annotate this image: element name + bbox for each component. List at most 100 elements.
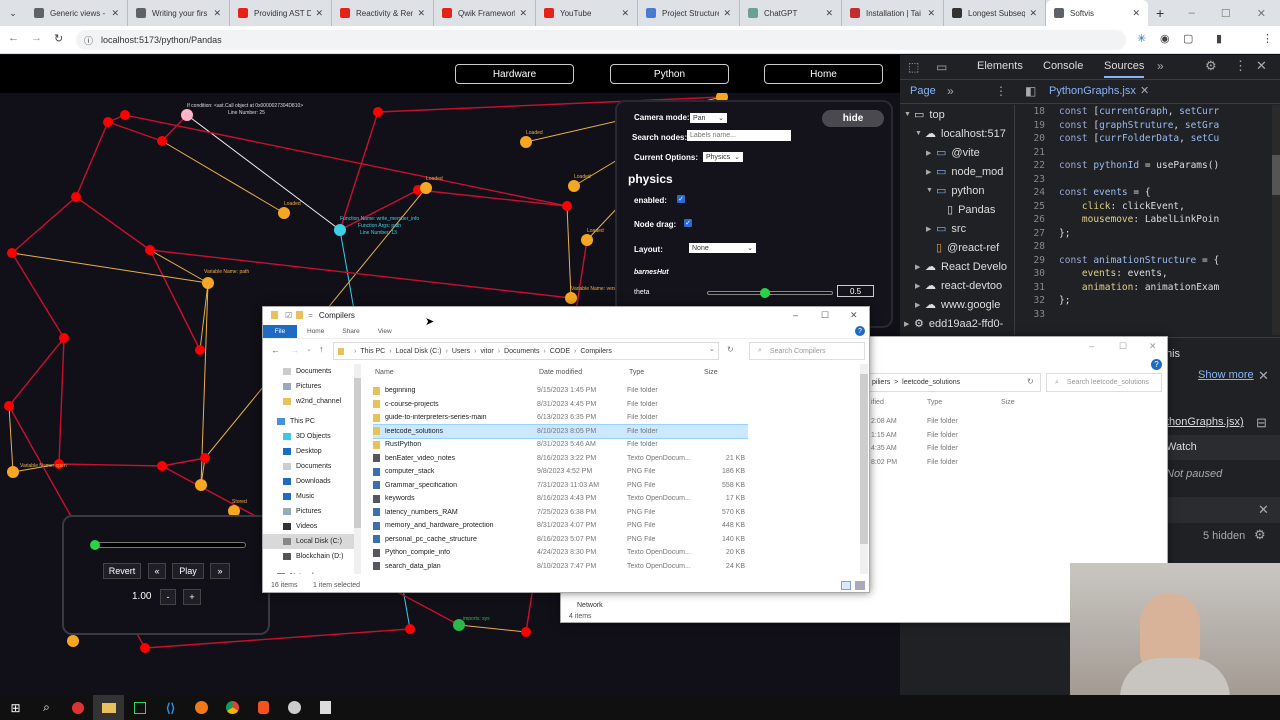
browser-tab[interactable]: ChatGPT ✕ — [740, 0, 842, 26]
navigator-item[interactable]: ▶ ☁ www.google — [900, 295, 1014, 314]
layout-select[interactable]: None ⌄ — [689, 243, 756, 253]
firefox-icon[interactable] — [186, 695, 217, 720]
close-tab-icon[interactable]: ✕ — [417, 8, 425, 19]
reload-icon[interactable]: ↻ — [54, 32, 63, 45]
theta-slider-thumb[interactable] — [760, 288, 771, 298]
graph-node[interactable] — [195, 345, 205, 355]
watch-section[interactable]: Watch — [1166, 441, 1197, 453]
breadcrumb-item[interactable]: This PC — [360, 348, 385, 355]
play-button[interactable]: Play — [172, 563, 204, 579]
url-input[interactable]: ⓘ localhost:5173/python/Pandas — [76, 30, 1126, 50]
up-arrow-icon[interactable]: ↑ — [319, 344, 324, 354]
graph-node[interactable] — [103, 117, 113, 127]
file-list-scrollbar[interactable] — [860, 364, 868, 574]
recent-locations-icon[interactable]: ⌄ — [306, 345, 312, 353]
file-row[interactable]: 4:35 AM File folder — [871, 442, 958, 456]
sidepanel-icon[interactable]: ▮ — [1216, 32, 1222, 45]
graph-node[interactable] — [420, 182, 432, 194]
file-row[interactable]: c-course-projects 8/31/2023 4:45 PM File… — [373, 398, 748, 412]
navigator-item[interactable]: ▶ ▭ node_mod — [900, 162, 1014, 181]
file-explorer-icon[interactable] — [93, 695, 124, 720]
graph-node[interactable] — [7, 466, 19, 478]
more-options-icon[interactable]: ⋮ — [1234, 58, 1247, 74]
address-breadcrumb[interactable]: › This PC › Local Disk (C:) › Users › vitor › Doc… — [333, 342, 719, 360]
back-arrow-icon[interactable]: ← — [271, 345, 280, 355]
nav-item[interactable]: Pictures — [263, 379, 355, 394]
collapsed-arrow-icon[interactable]: ▶ — [926, 168, 936, 176]
expanded-arrow-icon[interactable]: ▼ — [915, 130, 925, 137]
browser-tab[interactable]: Writing your firs ✕ — [128, 0, 230, 26]
navigator-item[interactable]: ▼ ▭ python — [900, 181, 1014, 200]
tab-page[interactable]: Page — [910, 85, 936, 97]
nav-item[interactable]: 3D Objects — [263, 429, 355, 444]
ribbon-tab-view[interactable]: View — [378, 328, 392, 335]
browser-tab[interactable]: Installation | Tai ✕ — [842, 0, 944, 26]
navigator-item[interactable]: ▶ ⚙ edd19aa2-ffd0- — [900, 314, 1014, 333]
navigator-item[interactable]: ▶ ☁ react-devtoo — [900, 276, 1014, 295]
next-step-button[interactable]: » — [210, 563, 230, 579]
navigator-item[interactable]: ▶ ▭ src — [900, 219, 1014, 238]
nav-item[interactable]: Downloads — [263, 474, 355, 489]
search-icon[interactable]: ⌕ — [31, 695, 62, 720]
graph-node[interactable] — [195, 479, 207, 491]
graph-node[interactable] — [200, 453, 210, 463]
graph-node[interactable] — [373, 107, 383, 117]
more-subtabs-icon[interactable]: » — [947, 84, 954, 98]
close-tab-icon[interactable]: ✕ — [315, 8, 323, 19]
collapsed-arrow-icon[interactable]: ▶ — [904, 320, 914, 328]
graph-node[interactable] — [120, 110, 130, 120]
theta-value-input[interactable]: 0.5 — [837, 285, 874, 297]
speed-increase-button[interactable]: + — [183, 589, 201, 605]
console-settings-gear-icon[interactable]: ⚙ — [1254, 527, 1266, 543]
collapsed-arrow-icon[interactable]: ▶ — [926, 149, 936, 157]
file-row[interactable]: benEater_video_notes 8/16/2023 3:22 PM T… — [373, 452, 748, 466]
graph-node[interactable] — [568, 180, 580, 192]
graph-node[interactable] — [7, 248, 17, 258]
nav-home-button[interactable]: Home — [764, 64, 883, 84]
breadcrumb-item[interactable]: Compilers — [580, 348, 612, 355]
graph-node[interactable] — [71, 192, 81, 202]
breadcrumb-item[interactable]: Local Disk (C:) — [396, 348, 442, 355]
extension-icon[interactable]: ◉ — [1160, 32, 1170, 45]
breadcrumb-item[interactable]: Users — [452, 348, 470, 355]
graph-node[interactable] — [4, 401, 14, 411]
tab-sources[interactable]: Sources — [1104, 60, 1145, 78]
menu-icon[interactable]: ⋮ — [1262, 32, 1273, 45]
file-row[interactable]: 8:02 PM File folder — [871, 456, 958, 470]
collapsed-arrow-icon[interactable]: ▶ — [915, 263, 925, 271]
nav-network[interactable]: Network — [577, 602, 603, 609]
close-tab-icon[interactable]: ✕ — [927, 8, 935, 19]
close-drawer-icon[interactable]: ✕ — [1258, 502, 1269, 518]
expanded-arrow-icon[interactable]: ▼ — [926, 187, 936, 194]
file-row[interactable]: beginning 9/15/2023 1:45 PM File folder — [373, 384, 748, 398]
ribbon-tab-file[interactable]: File — [263, 325, 297, 338]
graph-node[interactable] — [581, 234, 593, 246]
file-row[interactable]: keywords 8/16/2023 4:43 PM Texto OpenDoc… — [373, 492, 748, 506]
close-tab-icon[interactable]: ✕ — [825, 8, 833, 19]
brave-icon[interactable] — [248, 695, 279, 720]
graph-node[interactable] — [181, 109, 193, 121]
settings-gear-icon[interactable]: ⚙ — [1205, 58, 1217, 74]
pycharm-icon[interactable] — [124, 695, 155, 720]
large-icons-view-icon[interactable] — [855, 581, 865, 590]
app-icon[interactable] — [62, 695, 93, 720]
clock-app-icon[interactable] — [279, 695, 310, 720]
file-row[interactable]: search_data_plan 8/10/2023 7:47 PM Texto… — [373, 560, 748, 574]
more-tabs-icon[interactable]: » — [1157, 59, 1164, 73]
extensions-puzzle-icon[interactable]: ▢ — [1183, 32, 1193, 45]
graph-node[interactable] — [202, 277, 214, 289]
chrome-icon[interactable] — [217, 695, 248, 720]
previous-step-button[interactable]: « — [148, 563, 166, 579]
collapsed-arrow-icon[interactable]: ▶ — [915, 301, 925, 309]
tab-console[interactable]: Console — [1043, 60, 1083, 72]
close-icon[interactable]: ✕ — [1149, 341, 1157, 352]
nav-item[interactable]: Blockchain (D:) — [263, 549, 355, 564]
camera-mode-select[interactable]: Pan ⌄ — [690, 113, 727, 123]
toggle-navigator-icon[interactable]: ◧ — [1025, 84, 1036, 98]
browser-tab[interactable]: Softvis ✕ — [1046, 0, 1148, 26]
tab-elements[interactable]: Elements — [977, 60, 1023, 72]
minimize-icon[interactable]: – — [1189, 7, 1195, 20]
graph-node[interactable] — [521, 627, 531, 637]
nav-scrollbar[interactable] — [354, 364, 361, 574]
column-size[interactable]: Size — [704, 369, 718, 376]
